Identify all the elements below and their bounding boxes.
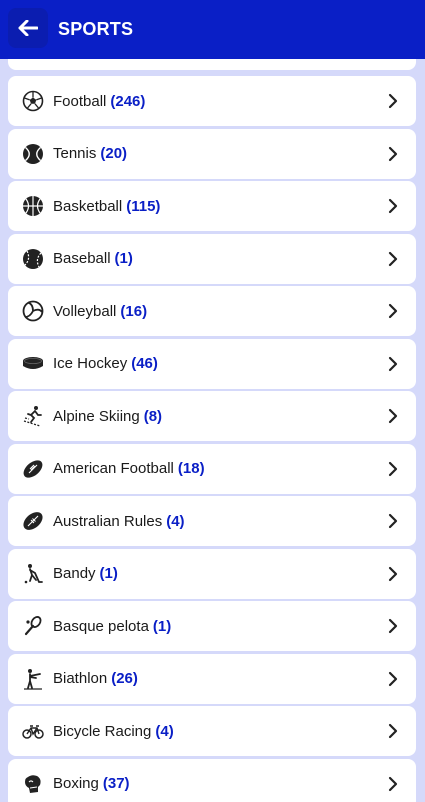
chevron-right-icon (388, 723, 398, 739)
sport-item-australian-rules[interactable]: Australian Rules (4) (8, 496, 416, 546)
sport-name: Volleyball (53, 302, 117, 320)
chevron-right-icon (388, 461, 398, 477)
chevron-right-icon (388, 93, 398, 109)
chevron-right-icon (388, 198, 398, 214)
chevron-right-icon (388, 671, 398, 687)
chevron-right-icon (388, 776, 398, 792)
event-count: (4) (155, 722, 174, 740)
sport-item-biathlon[interactable]: Biathlon (26) (8, 653, 416, 704)
chevron-right-icon (388, 566, 398, 582)
pelota-racket-icon (22, 615, 44, 637)
event-count: (16) (120, 302, 148, 320)
sport-name: Basketball (53, 197, 123, 215)
arrow-left-icon (18, 20, 38, 36)
sport-item-basketball[interactable]: Basketball (115) (8, 181, 416, 231)
hockey-puck-icon (22, 353, 44, 375)
chevron-right-icon (388, 618, 398, 634)
skier-icon (22, 405, 44, 427)
sport-item-american-football[interactable]: American Football (18) (8, 443, 416, 494)
sport-item-bicycle-racing[interactable]: Bicycle Racing (4) (8, 706, 416, 756)
sport-item-ice-hockey[interactable]: Ice Hockey (46) (8, 338, 416, 389)
event-count: (18) (177, 460, 205, 477)
event-count: (46) (131, 355, 158, 372)
chevron-right-icon (388, 251, 398, 267)
sport-name: American Football (53, 460, 174, 477)
sport-name: Bandy (53, 565, 96, 582)
sport-name: Tennis (53, 145, 97, 162)
chevron-right-icon (388, 146, 398, 162)
event-count: (4) (166, 512, 185, 530)
american-football-icon (22, 458, 44, 480)
sport-name: Bicycle Racing (53, 722, 152, 740)
chevron-right-icon (388, 356, 398, 372)
sport-name: Basque pelota (53, 617, 149, 635)
event-count: (1) (114, 250, 133, 267)
sport-item-bandy[interactable]: Bandy (1) (8, 548, 416, 599)
volleyball-icon (22, 300, 44, 322)
chevron-right-icon (388, 408, 398, 424)
bandy-player-icon (22, 563, 44, 585)
aussie-rules-ball-icon (22, 510, 44, 532)
boxing-glove-icon (22, 773, 44, 795)
sport-item-volleyball[interactable]: Volleyball (16) (8, 286, 416, 336)
baseball-icon (22, 248, 44, 270)
event-count: (115) (126, 197, 161, 215)
sport-name: Football (53, 92, 107, 110)
bicycle-icon (22, 720, 44, 742)
chevron-right-icon (388, 303, 398, 319)
sport-item-tennis[interactable]: Tennis (20) (8, 128, 416, 179)
event-count: (1) (99, 565, 118, 582)
sport-item-basque-pelota[interactable]: Basque pelota (1) (8, 601, 416, 651)
sport-name: Boxing (53, 775, 99, 792)
chevron-right-icon (388, 513, 398, 529)
event-count: (37) (102, 775, 130, 792)
app-header: SPORTS (0, 0, 425, 59)
sport-name: Ice Hockey (53, 355, 128, 372)
sport-item-alpine-skiing[interactable]: Alpine Skiing (8) (8, 391, 416, 441)
basketball-icon (22, 195, 44, 217)
back-button[interactable] (8, 8, 48, 48)
biathlon-shooter-icon (22, 668, 44, 690)
page-title: SPORTS (58, 19, 134, 39)
event-count: (8) (143, 407, 163, 425)
sport-name: Alpine Skiing (53, 407, 140, 425)
sport-name: Australian Rules (53, 512, 163, 530)
sport-name: Biathlon (53, 670, 108, 687)
event-count: (26) (111, 670, 138, 687)
list-item-partial[interactable] (8, 59, 416, 70)
sport-item-boxing[interactable]: Boxing (37) (8, 758, 416, 802)
sports-list: Football (246) Tennis (20) Basketball (115) Ba… (0, 59, 425, 802)
sport-item-baseball[interactable]: Baseball (1) (8, 233, 416, 284)
soccer-ball-icon (22, 90, 44, 112)
tennis-ball-icon (22, 143, 44, 165)
event-count: (246) (110, 92, 146, 110)
sport-name: Baseball (53, 250, 111, 267)
event-count: (1) (152, 617, 172, 635)
event-count: (20) (100, 145, 128, 162)
sport-item-football[interactable]: Football (246) (8, 76, 416, 126)
